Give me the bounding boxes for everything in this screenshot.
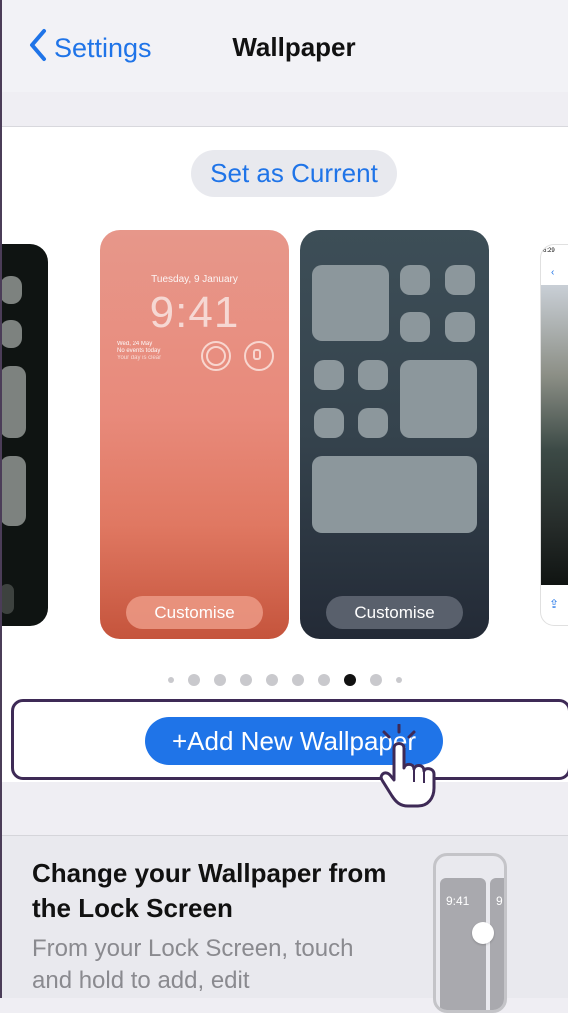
frame-edge	[0, 0, 2, 998]
page-dot[interactable]	[318, 674, 330, 686]
landscape-photo	[541, 285, 568, 585]
wallpaper-preview-next[interactable]: 6:29 ‹ ⇪	[540, 244, 568, 626]
set-as-current-button[interactable]: Set as Current	[191, 150, 397, 197]
page-dot[interactable]	[266, 674, 278, 686]
touch-indicator	[472, 922, 494, 944]
lock-date: Tuesday, 9 January	[151, 274, 238, 285]
page-dot[interactable]	[370, 674, 382, 686]
lock-time: 9:41	[149, 288, 240, 337]
page-dot-active[interactable]	[344, 674, 356, 686]
page-indicator[interactable]	[168, 672, 402, 688]
page-dot[interactable]	[292, 674, 304, 686]
info-title: Change your Wallpaper from the Lock Scre…	[32, 858, 387, 923]
customise-home-button[interactable]: Customise	[326, 596, 463, 629]
share-icon: ⇪	[549, 597, 560, 611]
lock-widget-text: Wed, 24 May No events today Your day is …	[117, 341, 162, 361]
page-title: Wallpaper	[232, 32, 356, 62]
activity-ring-inner-icon	[206, 346, 226, 366]
wallpaper-preview-previous[interactable]	[0, 244, 48, 626]
mini-time: 9:41	[446, 894, 470, 908]
status-time: 6:29	[543, 248, 555, 254]
page-dot[interactable]	[396, 677, 402, 683]
page-dot[interactable]	[168, 677, 174, 683]
page-dot[interactable]	[240, 674, 252, 686]
page-dot[interactable]	[188, 674, 200, 686]
info-body: From your Lock Screen, touch and hold to…	[32, 935, 354, 994]
customise-lock-button[interactable]: Customise	[126, 596, 263, 629]
lock-screen-illustration: 9:41 9	[433, 853, 507, 1013]
watch-glyph-icon	[253, 349, 261, 360]
page-dot[interactable]	[214, 674, 226, 686]
chevron-left-icon: ‹	[551, 267, 555, 278]
home-screen-preview[interactable]	[300, 230, 489, 639]
hand-cursor-icon	[374, 723, 444, 808]
navigation-bar: Settings Wallpaper	[0, 0, 568, 92]
mini-time-peek: 9	[496, 894, 503, 908]
